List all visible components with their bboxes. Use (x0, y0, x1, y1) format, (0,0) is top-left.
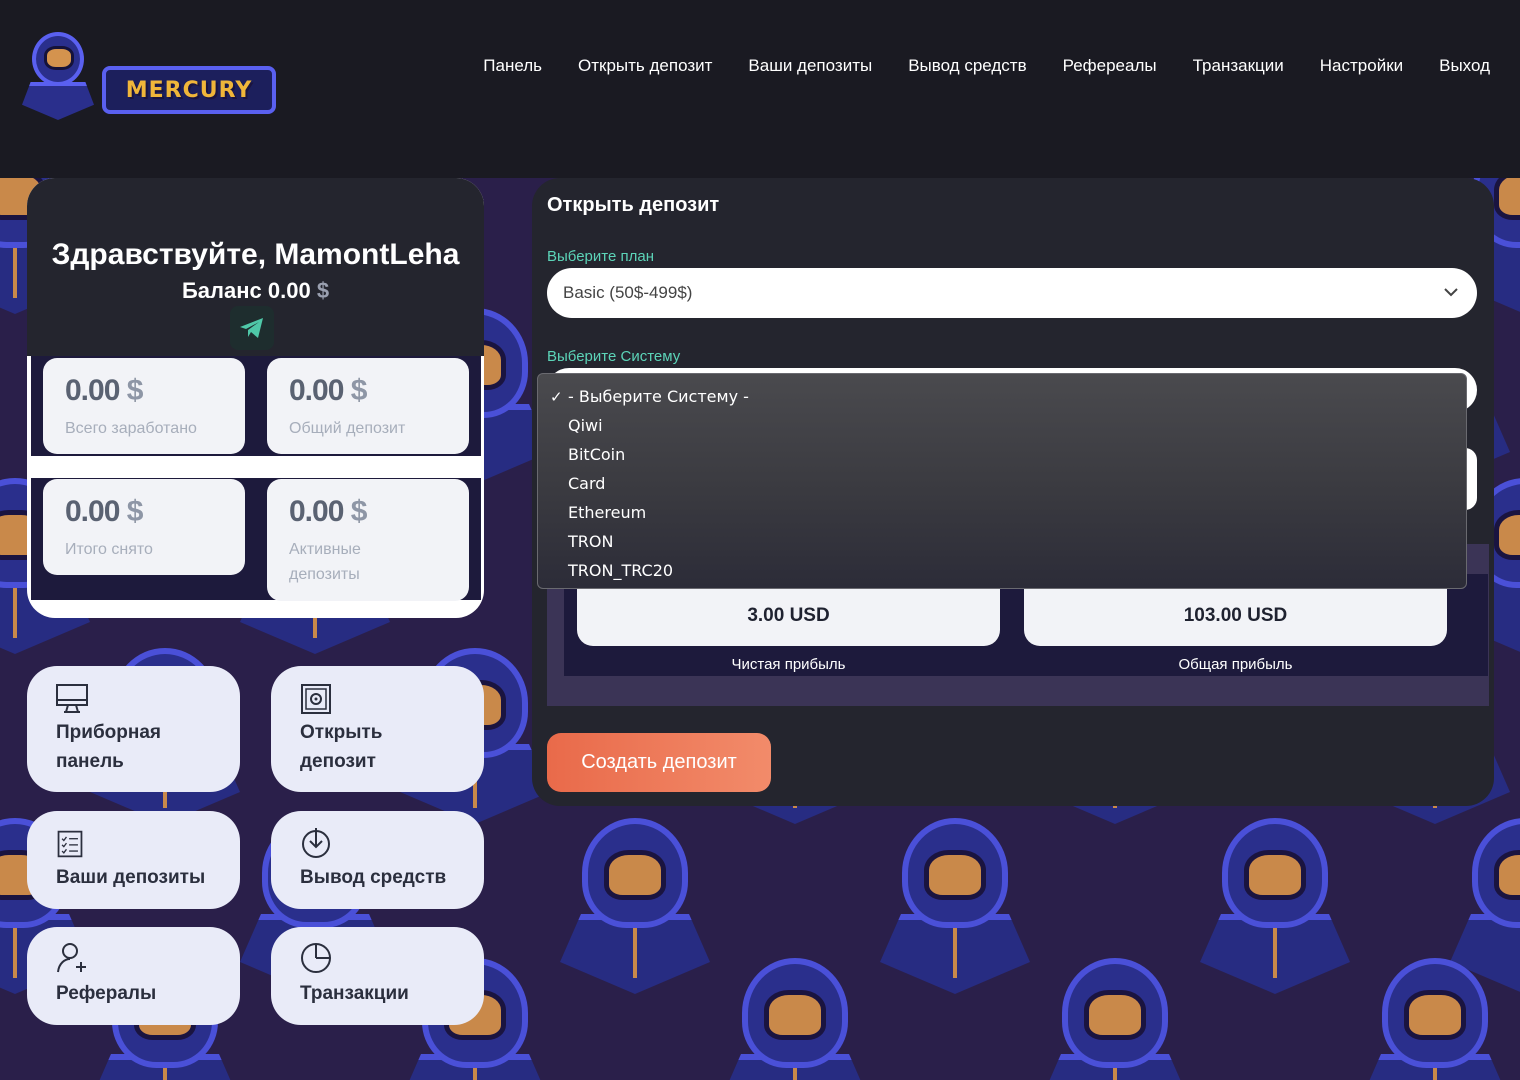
system-dropdown-list: ✓ - Выберите Систему - Qiwi BitCoin Card… (537, 373, 1467, 589)
clock-icon (301, 943, 331, 973)
astronaut-pattern-icon (720, 958, 870, 1080)
telegram-button[interactable] (230, 306, 274, 350)
balance-currency: $ (316, 278, 330, 303)
nav-referrals[interactable]: Рефереалы (1063, 56, 1157, 76)
plan-select[interactable]: Basic (50$-499$) (547, 268, 1477, 318)
net-profit-value: 3.00 USD (577, 586, 1000, 646)
stat-label: Всего заработано (65, 420, 197, 437)
create-deposit-button[interactable]: Создать депозит (547, 733, 771, 792)
greeting: Здравствуйте, MamontLeha (51, 238, 460, 271)
checklist-icon (57, 830, 83, 858)
astronaut-pattern-icon (880, 818, 1030, 994)
tile-label: Ваши депозиты (56, 867, 206, 888)
dollar-icon: $ (350, 495, 368, 528)
stat-total-withdrawn: 0.00 $ Итого снято (43, 479, 245, 575)
stat-label: Итого снято (65, 541, 153, 558)
dropdown-option[interactable]: BitCoin (568, 445, 625, 464)
nav-withdraw[interactable]: Вывод средств (908, 56, 1026, 76)
dropdown-option[interactable]: TRON_TRC20 (568, 561, 673, 580)
safe-icon (301, 684, 331, 714)
dropdown-option[interactable]: Ethereum (568, 503, 646, 522)
balance: Баланс 0.00 $ (27, 278, 484, 304)
download-circle-icon (302, 828, 330, 858)
account-summary-card: Здравствуйте, MamontLeha Баланс 0.00 $ 0… (27, 178, 484, 618)
stat-value: 0.00 (289, 374, 344, 407)
main-nav: Панель Открыть депозит Ваши депозиты Выв… (483, 56, 1490, 76)
dollar-icon: $ (126, 495, 144, 528)
plan-label: Выберите план (547, 248, 654, 265)
total-profit-value: 103.00 USD (1024, 586, 1447, 646)
tile-label: Вывод средств (300, 867, 447, 888)
stat-value: 0.00 (65, 374, 120, 407)
astronaut-pattern-icon (1200, 818, 1350, 994)
astronaut-pattern-icon (560, 818, 710, 994)
user-add-icon (57, 943, 86, 973)
balance-label: Баланс (181, 278, 262, 303)
chevron-down-icon (1444, 288, 1458, 297)
nav-open-deposit[interactable]: Открыть депозит (578, 56, 712, 76)
checkmark-icon: ✓ (550, 389, 563, 406)
tile-transactions[interactable]: Транзакции (271, 927, 484, 1025)
dropdown-option[interactable]: Qiwi (568, 416, 603, 435)
monitor-icon (56, 684, 88, 713)
tile-referrals[interactable]: Рефералы (27, 927, 240, 1025)
nav-dashboard[interactable]: Панель (483, 56, 542, 76)
tile-open-deposit[interactable]: Открыть депозит (271, 666, 484, 792)
nav-logout[interactable]: Выход (1439, 56, 1490, 76)
tile-label: Рефералы (56, 983, 157, 1004)
dollar-icon: $ (350, 374, 368, 407)
top-header: MERCURY Панель Открыть депозит Ваши депо… (0, 0, 1520, 178)
net-profit-label: Чистая прибыль (731, 656, 846, 673)
astronaut-pattern-icon (1360, 958, 1510, 1080)
dropdown-option[interactable]: Card (568, 474, 605, 493)
total-profit-label: Общая прибыль (1178, 656, 1293, 673)
dollar-icon: $ (126, 374, 144, 407)
stat-active-deposits: 0.00 $ Активные депозиты (267, 479, 469, 601)
panel-title: Открыть депозит (547, 194, 720, 216)
stat-label: Общий депозит (289, 420, 406, 437)
tile-label: Приборная панель (56, 722, 162, 772)
tile-withdraw[interactable]: Вывод средств (271, 811, 484, 909)
brand-name: MERCURY (125, 77, 253, 103)
nav-transactions[interactable]: Транзакции (1193, 56, 1284, 76)
tile-label: Открыть депозит (300, 722, 383, 772)
tile-dashboard[interactable]: Приборная панель (27, 666, 240, 792)
astronaut-pattern-icon (1040, 958, 1190, 1080)
stat-value: 0.00 (289, 495, 344, 528)
stat-total-deposit: 0.00 $ Общий депозит (267, 358, 469, 454)
nav-settings[interactable]: Настройки (1320, 56, 1403, 76)
dropdown-option[interactable]: TRON (568, 532, 613, 551)
system-label: Выберите Систему (547, 348, 681, 365)
telegram-icon (240, 318, 263, 338)
stat-value: 0.00 (65, 495, 120, 528)
stat-total-earned: 0.00 $ Всего заработано (43, 358, 245, 454)
balance-value: 0.00 (267, 278, 311, 303)
plan-select-value: Basic (50$-499$) (563, 283, 693, 302)
brand-logo[interactable]: MERCURY (102, 66, 276, 114)
astronaut-logo-icon[interactable] (22, 30, 94, 120)
tile-your-deposits[interactable]: Ваши депозиты (27, 811, 240, 909)
nav-your-deposits[interactable]: Ваши депозиты (748, 56, 872, 76)
dropdown-option[interactable]: - Выберите Систему - (568, 387, 749, 406)
tile-label: Транзакции (300, 983, 409, 1004)
stat-label: Активные депозиты (289, 541, 361, 583)
